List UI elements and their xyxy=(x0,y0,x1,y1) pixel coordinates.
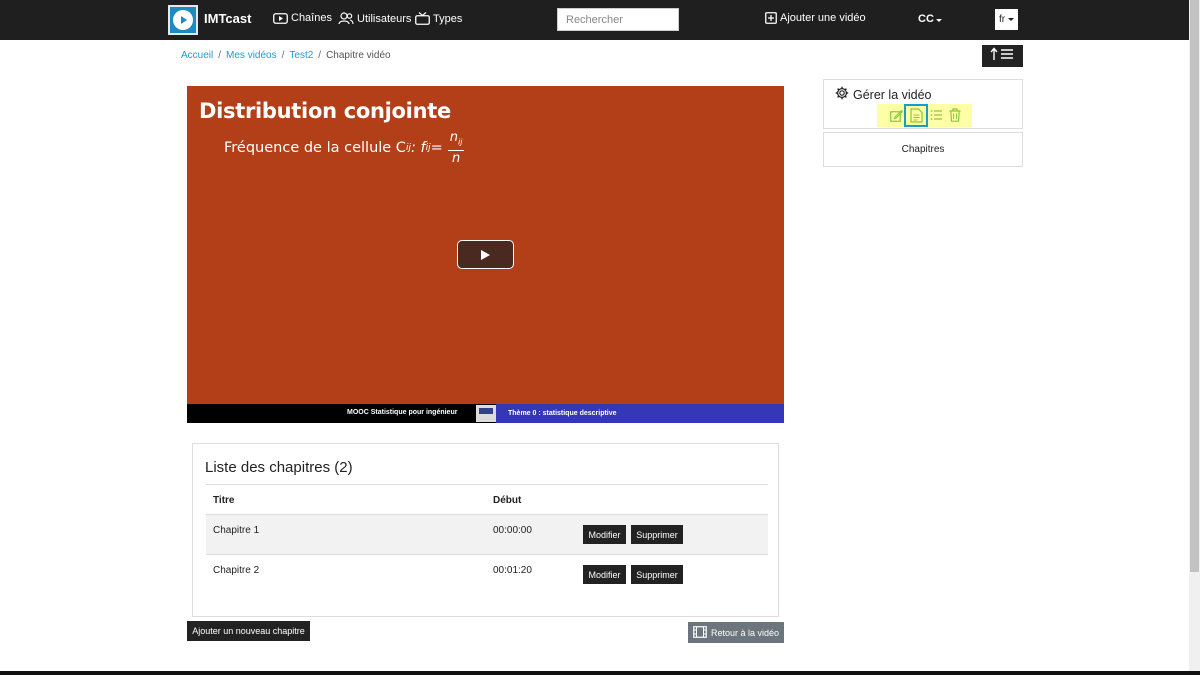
chevron-down-icon xyxy=(935,19,942,22)
delete-chapter-button[interactable]: Supprimer xyxy=(631,565,683,584)
nav-channels[interactable]: Chaînes xyxy=(273,12,332,24)
top-navbar: IMTcast Chaînes Utilisateurs Types Ajout… xyxy=(0,0,1189,40)
channel-icon xyxy=(273,12,288,24)
chapters-link-card[interactable]: Chapitres xyxy=(823,132,1023,167)
document-icon[interactable] xyxy=(904,104,928,127)
fraction-numerator: n xyxy=(449,130,458,145)
table-row: Chapitre 1 00:00:00 Modifier Supprimer xyxy=(206,514,768,554)
breadcrumb-my-videos[interactable]: Mes vidéos xyxy=(226,50,277,61)
fraction-denominator: n xyxy=(451,150,461,166)
delete-chapter-button[interactable]: Supprimer xyxy=(631,525,683,544)
chapters-link-label: Chapitres xyxy=(901,144,945,155)
add-chapter-button[interactable]: Ajouter un nouveau chapitre xyxy=(187,621,310,641)
scrollbar-thumb[interactable] xyxy=(1190,0,1199,572)
formula-fraction: nij n xyxy=(447,130,465,166)
footer-bar xyxy=(0,671,1200,675)
back-to-video-label: Retour à la vidéo xyxy=(710,627,780,638)
cc-label: CC xyxy=(918,13,934,25)
breadcrumb-separator: / xyxy=(318,50,322,61)
manage-video-card: Gérer la vidéo xyxy=(823,79,1023,129)
video-player[interactable]: Distribution conjointe Fréquence de la c… xyxy=(187,86,784,423)
list-icon[interactable] xyxy=(929,107,944,123)
institution-logo xyxy=(476,405,496,422)
formula-text: Fréquence de la cellule C xyxy=(224,139,406,156)
users-icon xyxy=(338,12,354,25)
fraction-numerator-sub: ij xyxy=(457,137,463,147)
column-header-title: Titre xyxy=(213,495,235,506)
language-select[interactable]: fr xyxy=(995,9,1018,30)
edit-icon[interactable] xyxy=(889,107,904,123)
gear-icon xyxy=(835,86,849,103)
chapter-start: 00:00:00 xyxy=(493,525,532,536)
trash-icon[interactable] xyxy=(947,107,962,123)
formula-mid: : f xyxy=(410,139,426,156)
edit-chapter-button[interactable]: Modifier xyxy=(583,565,626,584)
page-scrollbar[interactable] xyxy=(1189,0,1200,675)
chapters-card: Liste des chapitres (2) Titre Début Chap… xyxy=(192,443,779,617)
manage-video-label: Gérer la vidéo xyxy=(853,87,932,102)
formula-equals: = xyxy=(430,139,443,156)
chapter-title: Chapitre 1 xyxy=(213,525,260,536)
table-header: Titre Début xyxy=(206,484,768,515)
search-input[interactable] xyxy=(557,8,679,31)
add-video-link[interactable]: Ajouter une vidéo xyxy=(765,12,866,24)
chapter-title: Chapitre 2 xyxy=(213,565,260,576)
back-to-video-button[interactable]: Retour à la vidéo xyxy=(688,622,784,643)
film-icon xyxy=(693,625,707,640)
nav-types[interactable]: Types xyxy=(415,12,462,25)
slide-formula: Fréquence de la cellule Cij : f ij = nij … xyxy=(224,130,465,166)
nav-channels-label: Chaînes xyxy=(291,12,332,24)
chevron-down-icon xyxy=(1008,18,1015,21)
brand-logo[interactable] xyxy=(168,5,198,35)
table-row: Chapitre 2 00:01:20 Modifier Supprimer xyxy=(206,554,768,594)
breadcrumb-separator: / xyxy=(281,50,285,61)
video-actions xyxy=(877,104,972,127)
slide-footer: MOOC Statistique pour ingénieur Thème 0 … xyxy=(187,404,784,423)
play-button[interactable] xyxy=(457,240,514,269)
breadcrumb-test2[interactable]: Test2 xyxy=(289,50,313,61)
chapter-start: 00:01:20 xyxy=(493,565,532,576)
cc-dropdown[interactable]: CC xyxy=(918,13,942,25)
slide-footer-course: MOOC Statistique pour ingénieur xyxy=(347,409,458,416)
chapters-list-title: Liste des chapitres (2) xyxy=(205,459,353,476)
nav-types-label: Types xyxy=(433,12,463,25)
add-video-label: Ajouter une vidéo xyxy=(780,12,866,24)
breadcrumb-separator: / xyxy=(218,50,222,61)
edit-chapter-button[interactable]: Modifier xyxy=(583,525,626,544)
breadcrumb-home[interactable]: Accueil xyxy=(181,50,213,61)
toggle-sidebar-button[interactable] xyxy=(982,45,1023,67)
slide-footer-theme: Thème 0 : statistique descriptive xyxy=(496,404,784,423)
nav-users-label: Utilisateurs xyxy=(357,12,412,25)
plus-square-icon xyxy=(765,12,777,24)
tv-icon xyxy=(415,12,430,25)
play-icon xyxy=(481,249,490,260)
brand-name[interactable]: IMTcast xyxy=(204,11,251,26)
breadcrumb: Accueil / Mes vidéos / Test2 / Chapitre … xyxy=(181,50,391,61)
play-logo-icon xyxy=(173,10,193,30)
language-value: fr xyxy=(998,14,1006,25)
toggle-menu-icon xyxy=(989,46,1016,66)
slide-title: Distribution conjointe xyxy=(199,99,451,123)
column-header-start: Début xyxy=(493,495,522,506)
nav-users[interactable]: Utilisateurs xyxy=(338,12,411,25)
manage-video-title: Gérer la vidéo xyxy=(835,86,932,103)
breadcrumb-current: Chapitre vidéo xyxy=(326,50,391,61)
